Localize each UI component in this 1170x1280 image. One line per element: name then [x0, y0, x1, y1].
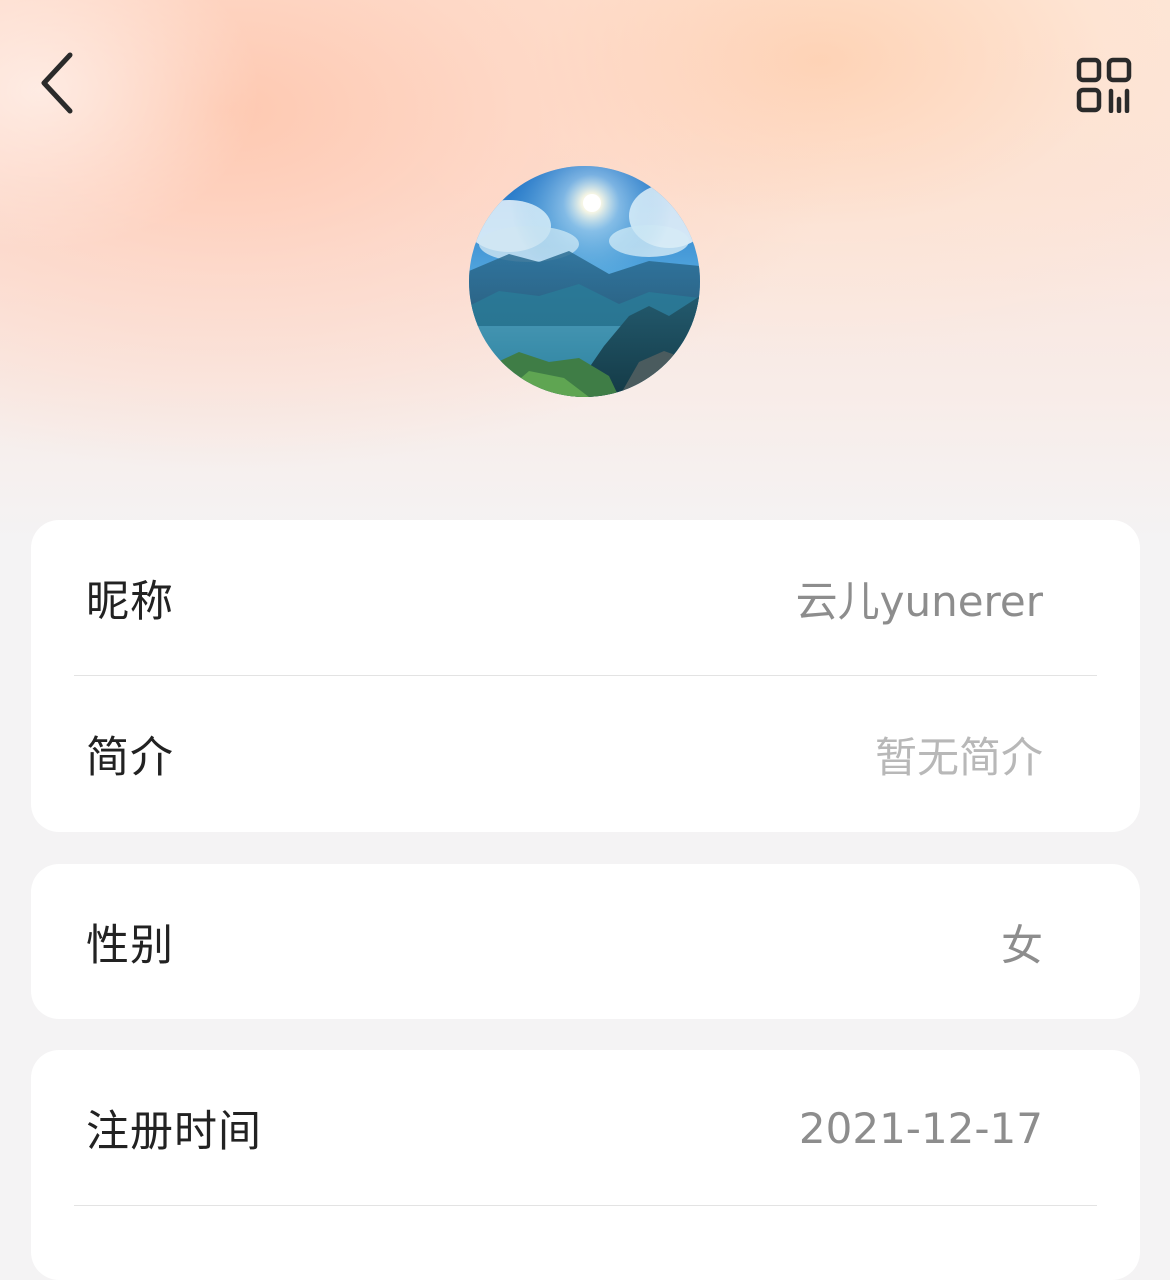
- gender-row[interactable]: 性别 女: [31, 864, 1140, 1020]
- registration-row: 注册时间 2021-12-17: [31, 1050, 1140, 1206]
- registration-label: 注册时间: [86, 1107, 262, 1157]
- registration-value: 2021-12-17: [798, 1103, 1043, 1153]
- gender-label: 性别: [86, 921, 174, 971]
- registration-card: 注册时间 2021-12-17: [31, 1050, 1140, 1280]
- chevron-left-icon: [41, 52, 73, 114]
- avatar[interactable]: [469, 166, 700, 397]
- basic-info-card: 昵称 云儿yunerer 简介 暂无简介: [31, 520, 1140, 832]
- nickname-value: 云儿yunerer: [795, 576, 1043, 626]
- mountain-landscape-avatar: [469, 166, 700, 397]
- nickname-label: 昵称: [86, 577, 174, 627]
- gender-card: 性别 女: [31, 864, 1140, 1019]
- back-button[interactable]: [28, 48, 88, 118]
- qr-code-icon: [1076, 57, 1132, 113]
- gender-value: 女: [1000, 920, 1043, 970]
- qr-code-button[interactable]: [1068, 52, 1140, 118]
- nickname-row[interactable]: 昵称 云儿yunerer: [31, 520, 1140, 676]
- bio-value: 暂无简介: [874, 732, 1043, 782]
- row-divider: [74, 1205, 1097, 1206]
- bio-label: 简介: [86, 733, 174, 783]
- bio-row[interactable]: 简介 暂无简介: [31, 676, 1140, 832]
